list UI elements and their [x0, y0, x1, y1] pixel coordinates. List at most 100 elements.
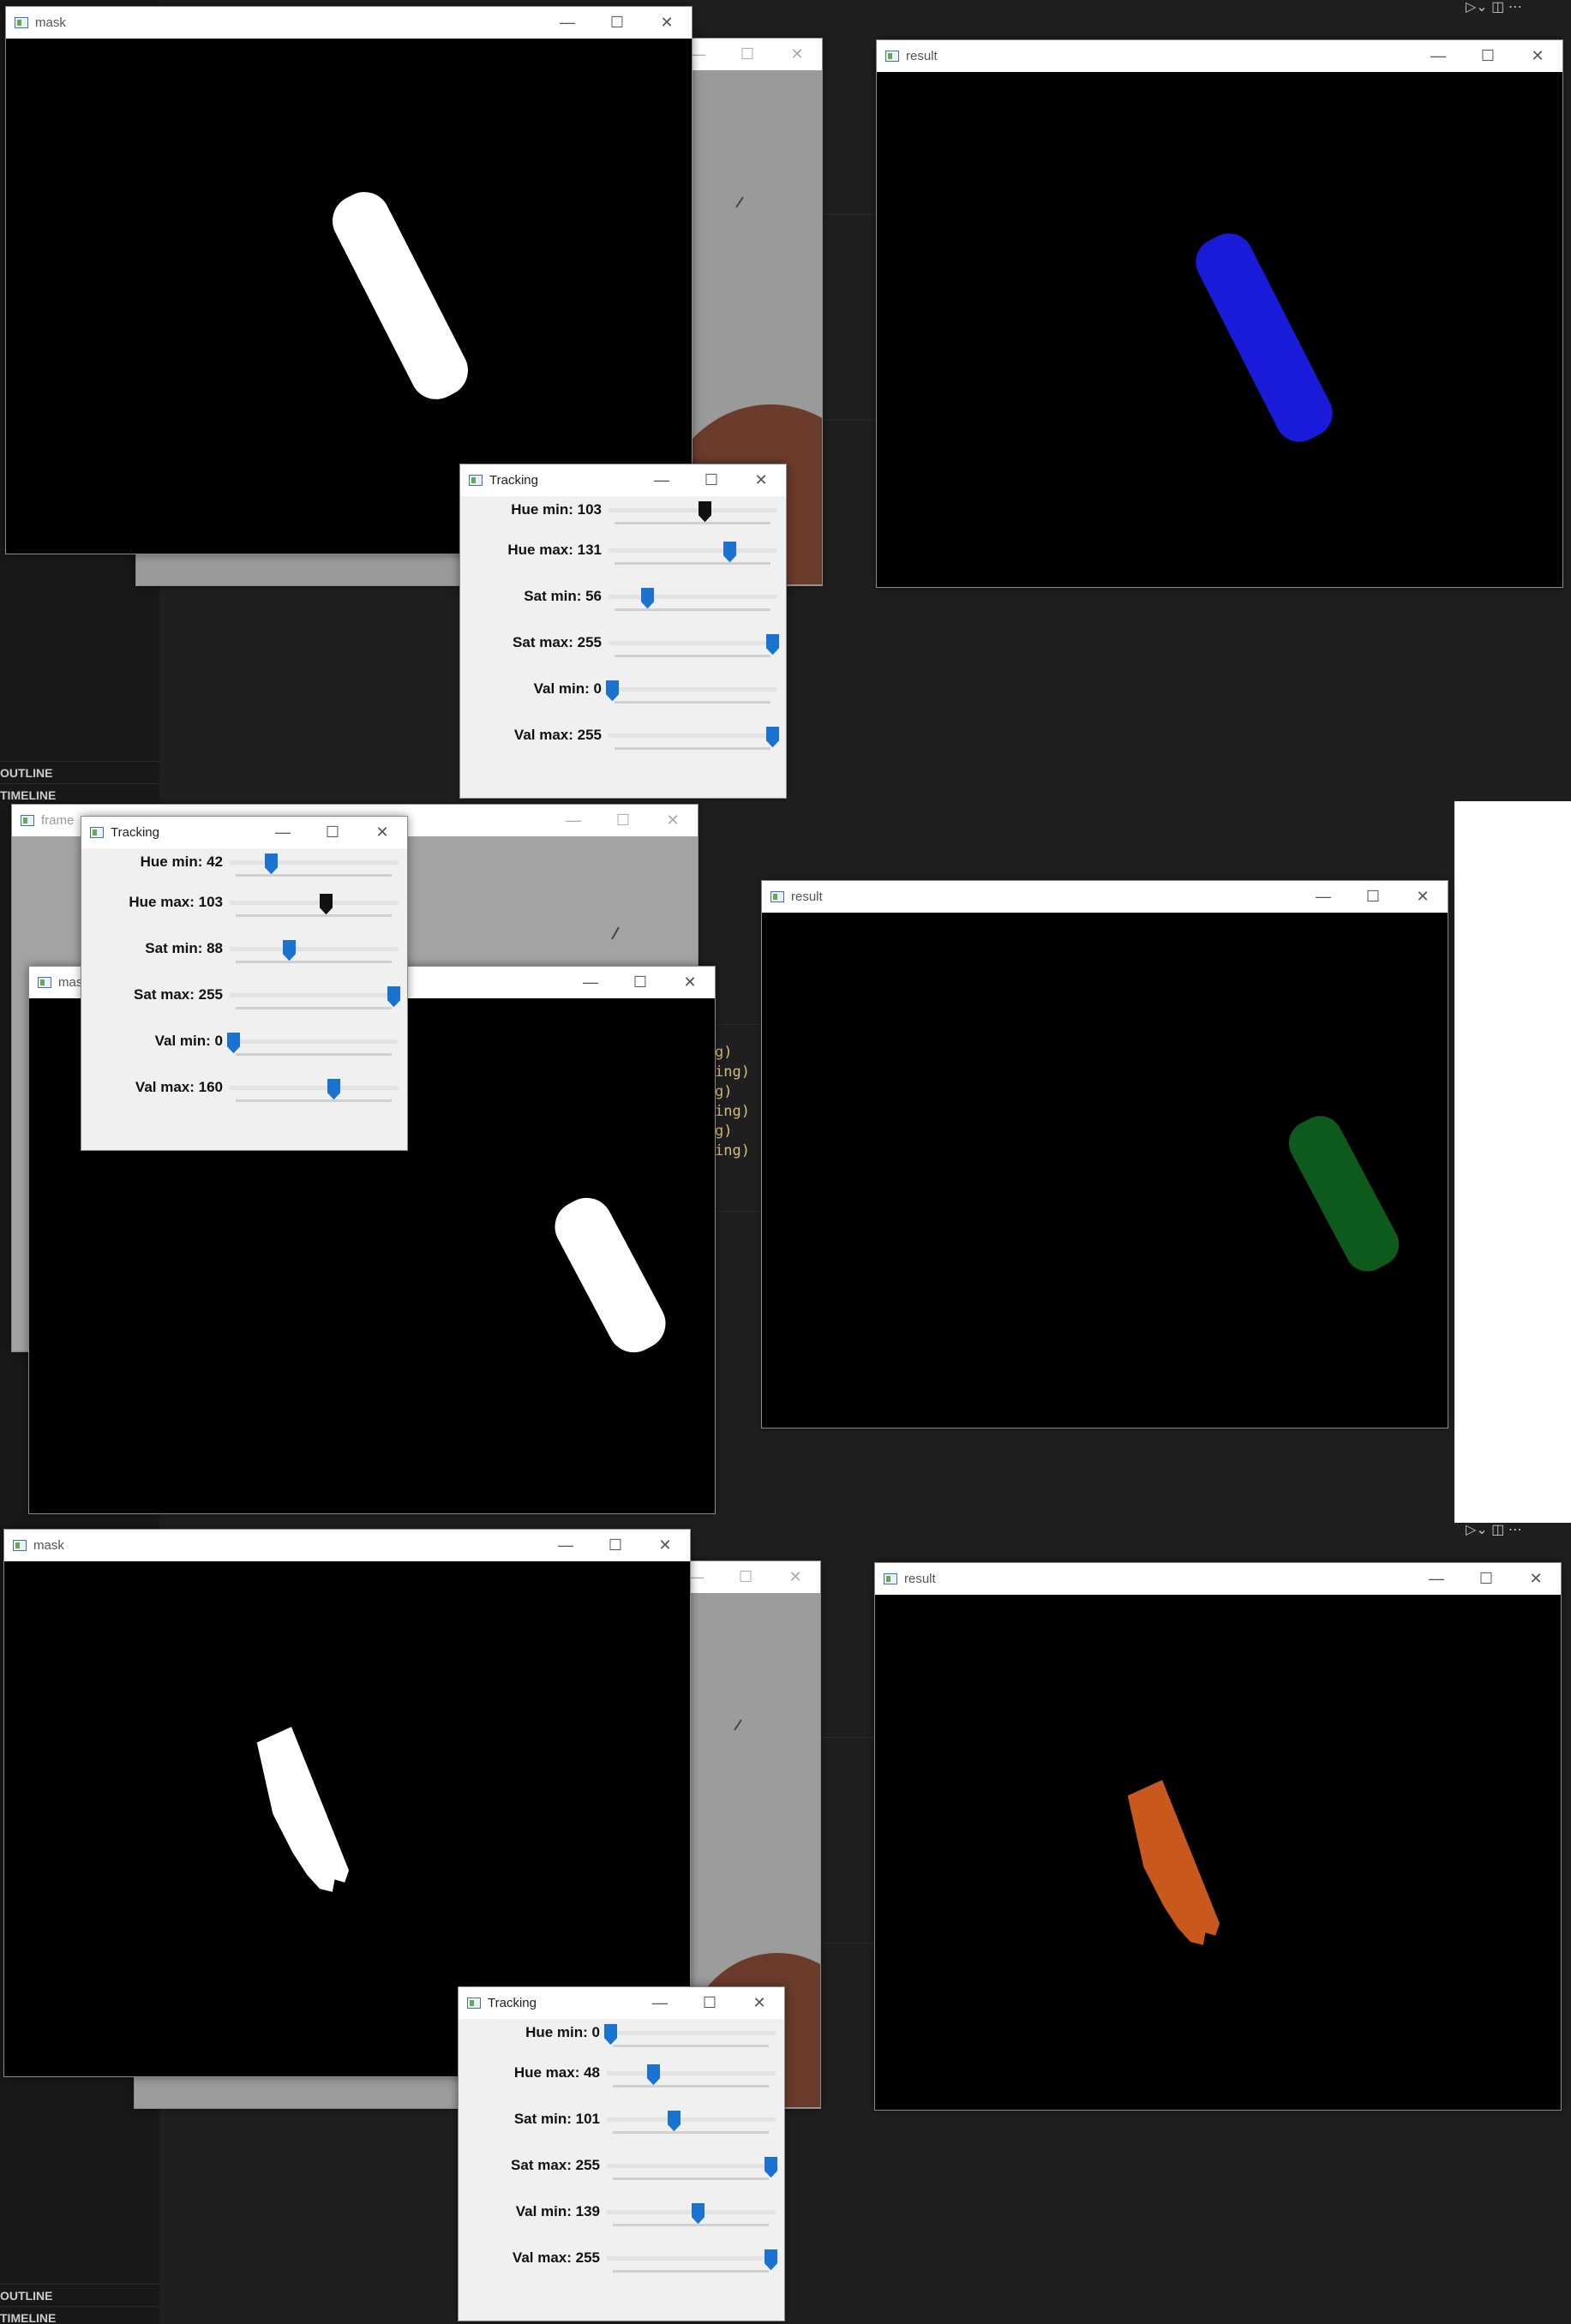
maximize-icon[interactable]: ☐ — [1461, 1563, 1511, 1595]
outline-section[interactable]: OUTLINE — [0, 2284, 159, 2307]
close-icon[interactable]: ✕ — [735, 1987, 784, 2019]
trackbar-scale — [615, 562, 771, 565]
trackbar-thumb[interactable] — [647, 2064, 661, 2085]
minimize-icon[interactable]: — — [541, 1530, 591, 1561]
maximize-icon[interactable]: ☐ — [723, 39, 772, 70]
close-icon[interactable]: ✕ — [648, 805, 698, 836]
trackbar-thumb[interactable] — [227, 1033, 240, 1053]
trackbar-thumb[interactable] — [765, 2249, 777, 2270]
trackbar-groove[interactable] — [230, 947, 399, 951]
close-icon[interactable]: ✕ — [772, 39, 822, 70]
trackbar-thumb[interactable] — [319, 894, 333, 914]
trackbar-scale — [613, 2270, 769, 2273]
trackbar-thumb[interactable] — [698, 501, 711, 522]
split-editor-icon[interactable]: ◫ — [1491, 0, 1504, 15]
maximize-icon[interactable]: ☐ — [591, 1530, 640, 1561]
split-editor-icon[interactable]: ◫ — [1491, 1523, 1504, 1537]
trackbar-thumb[interactable] — [282, 940, 296, 961]
run-toolbar[interactable]: ▷⌄ ◫ ⋯ — [1466, 0, 1522, 15]
maximize-icon[interactable]: ☐ — [308, 817, 357, 848]
maximize-icon[interactable]: ☐ — [1463, 40, 1513, 72]
tracking-window[interactable]: Tracking — ☐ ✕ Hue min: 0 Hue max: 48 Sa… — [458, 1986, 785, 2321]
trackbar-groove[interactable] — [609, 548, 777, 553]
trackbar-thumb[interactable] — [766, 634, 779, 655]
maximize-icon[interactable]: ☐ — [598, 805, 648, 836]
maximize-icon[interactable]: ☐ — [687, 464, 736, 496]
close-icon[interactable]: ✕ — [1511, 1563, 1561, 1595]
outline-section[interactable]: OUTLINE — [0, 761, 159, 784]
minimize-icon[interactable]: — — [637, 464, 687, 496]
minimize-icon[interactable]: — — [635, 1987, 685, 2019]
trackbar-thumb[interactable] — [327, 1079, 341, 1099]
run-icon[interactable]: ▷⌄ — [1466, 1523, 1488, 1537]
trackbar-thumb[interactable] — [765, 2157, 777, 2177]
result-titlebar[interactable]: result — ☐ ✕ — [875, 1563, 1561, 1595]
trackbar-groove[interactable] — [609, 508, 777, 512]
close-icon[interactable]: ✕ — [642, 7, 692, 39]
minimize-icon[interactable]: — — [566, 967, 615, 998]
tracking-window[interactable]: Tracking — ☐ ✕ Hue min: 103 Hue max: 131… — [459, 464, 787, 799]
mask-titlebar[interactable]: mask — ☐ ✕ — [6, 7, 692, 39]
maximize-icon[interactable]: ☐ — [615, 967, 665, 998]
trackbar-thumb[interactable] — [264, 854, 278, 874]
trackbar-thumb[interactable] — [691, 2203, 705, 2224]
tracking-titlebar[interactable]: Tracking — ☐ ✕ — [459, 1987, 784, 2019]
tracking-window[interactable]: Tracking — ☐ ✕ Hue min: 42 Hue max: 103 … — [81, 816, 408, 1151]
trackbar-thumb[interactable] — [606, 680, 619, 701]
trackbar-thumb[interactable] — [641, 588, 655, 608]
minimize-icon[interactable]: — — [549, 805, 598, 836]
trackbar-groove[interactable] — [230, 993, 399, 997]
minimize-icon[interactable]: — — [258, 817, 308, 848]
mask-titlebar[interactable]: mask — ☐ ✕ — [4, 1530, 690, 1561]
trackbar-thumb[interactable] — [766, 727, 779, 747]
minimize-icon[interactable]: — — [1298, 881, 1348, 913]
result-window[interactable]: result — ☐ ✕ — [876, 39, 1563, 588]
trackbar-thumb[interactable] — [668, 2111, 681, 2131]
close-icon[interactable]: ✕ — [736, 464, 786, 496]
close-icon[interactable]: ✕ — [771, 1561, 820, 1593]
trackbar-groove[interactable] — [609, 734, 777, 738]
trackbar-thumb[interactable] — [604, 2024, 617, 2045]
close-icon[interactable]: ✕ — [665, 967, 715, 998]
trackbar-groove[interactable] — [230, 1086, 399, 1090]
tracking-titlebar[interactable]: Tracking — ☐ ✕ — [460, 464, 786, 496]
tracking-titlebar[interactable]: Tracking — ☐ ✕ — [81, 817, 407, 848]
maximize-icon[interactable]: ☐ — [592, 7, 642, 39]
trackbar-groove[interactable] — [607, 2117, 776, 2122]
more-icon[interactable]: ⋯ — [1508, 1523, 1522, 1537]
trackbar-groove[interactable] — [230, 901, 399, 905]
minimize-icon[interactable]: — — [1413, 40, 1463, 72]
minimize-icon[interactable]: — — [543, 7, 592, 39]
maximize-icon[interactable]: ☐ — [685, 1987, 735, 2019]
trackbar-groove[interactable] — [607, 2164, 776, 2168]
trackbar-groove[interactable] — [607, 2256, 776, 2261]
trackbar-thumb[interactable] — [723, 542, 736, 562]
minimize-icon[interactable]: — — [1412, 1563, 1461, 1595]
close-icon[interactable]: ✕ — [1398, 881, 1448, 913]
mask-object — [555, 1197, 666, 1353]
trackbar-groove[interactable] — [609, 595, 777, 599]
close-icon[interactable]: ✕ — [1513, 40, 1562, 72]
trackbar-groove[interactable] — [230, 1039, 399, 1044]
run-toolbar[interactable]: ▷⌄ ◫ ⋯ — [1466, 1523, 1522, 1538]
app-icon — [885, 51, 899, 62]
trackbar-groove[interactable] — [607, 2071, 776, 2075]
result-titlebar[interactable]: result — ☐ ✕ — [762, 881, 1448, 913]
result-window[interactable]: result — ☐ ✕ — [761, 880, 1448, 1429]
more-icon[interactable]: ⋯ — [1508, 0, 1522, 15]
close-icon[interactable]: ✕ — [640, 1530, 690, 1561]
maximize-icon[interactable]: ☐ — [721, 1561, 771, 1593]
result-titlebar[interactable]: result — ☐ ✕ — [877, 40, 1562, 72]
trackbar-groove[interactable] — [609, 641, 777, 645]
result-window[interactable]: result — ☐ ✕ — [874, 1562, 1562, 2111]
maximize-icon[interactable]: ☐ — [1348, 881, 1398, 913]
close-icon[interactable]: ✕ — [357, 817, 407, 848]
timeline-section[interactable]: TIMELINE — [0, 783, 159, 801]
trackbar-groove[interactable] — [609, 687, 777, 692]
trackbar-scale — [613, 2131, 769, 2134]
trackbar-groove[interactable] — [230, 860, 399, 865]
trackbar-groove[interactable] — [607, 2031, 776, 2035]
run-icon[interactable]: ▷⌄ — [1466, 0, 1488, 15]
timeline-section[interactable]: TIMELINE — [0, 2306, 159, 2324]
trackbar-thumb[interactable] — [387, 986, 400, 1007]
